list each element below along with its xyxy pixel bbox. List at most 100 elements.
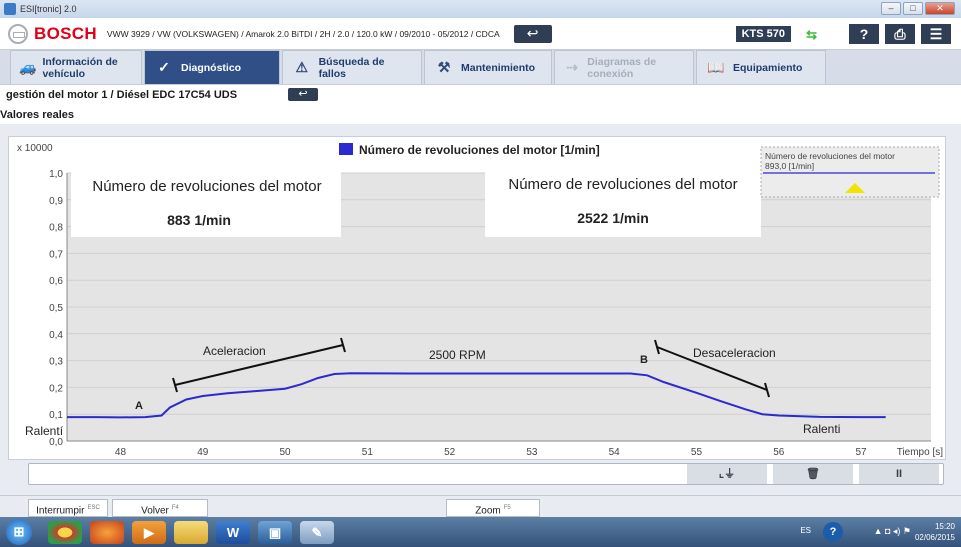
interrupt-button[interactable]: Interrumpir ESC xyxy=(28,499,108,517)
x-tick-label: 55 xyxy=(691,447,703,458)
diagnosis-icon: ✓ xyxy=(158,58,170,75)
wiring-diagram-icon: ⇢ xyxy=(566,58,578,75)
start-orb-icon[interactable]: ⊞ xyxy=(6,519,32,545)
y-tick-label: 0,0 xyxy=(49,437,63,448)
y-tick-label: 0,2 xyxy=(49,383,63,394)
firefox-icon[interactable] xyxy=(90,521,124,544)
annotation-point-b: B xyxy=(640,354,648,366)
help-button[interactable]: ? xyxy=(849,24,879,44)
back-arrow-button[interactable]: ↩ xyxy=(513,24,552,43)
connection-status-icon: ⇆ xyxy=(806,27,817,42)
back-arrow-icon: ↩ xyxy=(298,88,308,100)
readout-label: Número de revoluciones del motor xyxy=(508,176,737,193)
tab-equipment[interactable]: 📖 Equipamiento xyxy=(696,50,826,84)
pause-button[interactable]: II xyxy=(859,464,939,484)
tab-label: Equipamiento xyxy=(733,61,803,74)
tab-vehicle-info[interactable]: 🚙 Información de vehículo xyxy=(10,50,142,84)
brand-name: BOSCH xyxy=(34,23,97,43)
chrome-icon[interactable] xyxy=(48,521,82,544)
vehicle-info: VWW 3929 / VW (VOLKSWAGEN) / Amarok 2.0 … xyxy=(106,28,500,39)
interrupt-key: ESC xyxy=(87,505,100,511)
footer-bar: Interrumpir ESC Volver F4 Zoom F5 xyxy=(0,495,961,517)
readout-value: 883 1/min xyxy=(167,212,231,228)
tray-help-icon[interactable]: ? xyxy=(823,522,843,542)
tab-maintenance[interactable]: ⚒ Mantenimiento xyxy=(424,50,552,84)
close-button[interactable]: ✕ xyxy=(925,2,955,15)
explorer-folder-icon[interactable] xyxy=(174,521,208,544)
fault-search-icon: ⚠ xyxy=(295,58,309,75)
back-button[interactable]: Volver F4 xyxy=(112,499,208,517)
x-tick-label: 57 xyxy=(855,447,867,458)
breadcrumb: gestión del motor 1 / Diésel EDC 17C54 U… xyxy=(0,84,961,124)
maximize-button[interactable]: □ xyxy=(903,2,923,15)
interrupt-label: Interrumpir xyxy=(36,505,85,517)
annotation-2500rpm: 2500 RPM xyxy=(429,348,486,362)
zoom-button[interactable]: Zoom F5 xyxy=(446,499,540,517)
y-tick-label: 0,4 xyxy=(49,330,63,341)
word-icon[interactable]: W xyxy=(216,521,250,544)
clock-date: 02/06/2015 xyxy=(914,533,955,542)
y-tick-label: 0,9 xyxy=(49,196,63,207)
device-name[interactable]: KTS 570 xyxy=(735,26,791,42)
system-clock[interactable]: 15:20 02/06/2015 xyxy=(915,521,955,543)
language-indicator[interactable]: ES xyxy=(800,526,811,535)
windows-taskbar: ⊞ ▶ W ▣ ✎ ES ? ▲ ◘ ◂) ⚑ 15:20 02/06/2015 xyxy=(0,517,961,547)
esitronic-icon[interactable]: ▣ xyxy=(258,521,292,544)
annotation-point-a: A xyxy=(135,400,143,412)
main-nav: 🚙 Información de vehículo ✓ Diagnóstico … xyxy=(0,50,961,84)
tab-label: Búsqueda de fallos xyxy=(318,55,385,80)
tab-label: Mantenimiento xyxy=(461,61,536,74)
annotation-deceleration: Desaceleracion xyxy=(693,346,776,360)
tab-label: Información de vehículo xyxy=(42,55,118,80)
y-tick-label: 0,8 xyxy=(49,223,63,234)
chart-title: Número de revoluciones del motor [1/min] xyxy=(359,143,600,157)
x-tick-label: 50 xyxy=(279,447,291,458)
breadcrumb-back-button[interactable]: ↩ xyxy=(288,88,318,101)
y-tick-label: 0,3 xyxy=(49,357,63,368)
app-header: BOSCH VWW 3929 / VW (VOLKSWAGEN) / Amaro… xyxy=(0,18,961,50)
x-axis-label: Tiempo [s] xyxy=(897,447,944,458)
car-info-icon: 🚙 xyxy=(19,58,37,75)
tab-diagnosis[interactable]: ✓ Diagnóstico xyxy=(144,50,280,84)
x-tick-label: 49 xyxy=(197,447,209,458)
y-tick-label: 0,6 xyxy=(49,276,63,287)
menu-icon: ☰ xyxy=(929,26,943,42)
clock-time: 15:20 xyxy=(934,522,955,531)
x-tick-label: 56 xyxy=(773,447,785,458)
tab-label: Diagnóstico xyxy=(181,61,242,74)
zoom-key: F5 xyxy=(503,505,511,511)
menu-button[interactable]: ☰ xyxy=(921,24,951,44)
readout-value: 2522 1/min xyxy=(577,210,649,226)
tab-fault-search[interactable]: ⚠ Búsqueda de fallos xyxy=(282,50,422,84)
back-label: Volver xyxy=(141,505,169,517)
x-tick-label: 54 xyxy=(609,447,621,458)
annotation-acceleration: Aceleracion xyxy=(203,344,266,358)
back-key: F4 xyxy=(171,505,179,511)
maintenance-icon: ⚒ xyxy=(437,58,451,75)
y-tick-label: 1,0 xyxy=(49,169,63,180)
x-tick-label: 51 xyxy=(362,447,374,458)
trash-icon: 🗑 xyxy=(806,468,820,480)
tray-system-icons[interactable]: ▲ ◘ ◂) ⚑ xyxy=(874,526,911,537)
media-player-icon[interactable]: ▶ xyxy=(132,521,166,544)
legend-value: 893,0 [1/min] xyxy=(765,161,814,171)
annotation-idle-left: Ralentí xyxy=(25,424,64,438)
equipment-book-icon: 📖 xyxy=(707,58,725,75)
zoom-label: Zoom xyxy=(475,505,501,517)
chart-control-bar: ⌞⏚ 🗑 II xyxy=(28,463,944,485)
x-tick-label: 53 xyxy=(526,447,538,458)
print-button[interactable]: ⎙ xyxy=(885,24,915,44)
annotation-idle-right: Ralenti xyxy=(803,422,840,436)
minimize-button[interactable]: – xyxy=(881,2,901,15)
bosch-logo-icon xyxy=(8,23,28,44)
window-title: ESI[tronic] 2.0 xyxy=(20,4,77,14)
tab-wiring-diagrams: ⇢ Diagramas de conexión xyxy=(554,50,694,84)
app-icon xyxy=(4,3,16,15)
x-tick-label: 52 xyxy=(444,447,456,458)
measurement-cursor-button[interactable]: ⌞⏚ xyxy=(687,464,767,484)
window-controls: – □ ✕ xyxy=(881,2,955,15)
delete-button[interactable]: 🗑 xyxy=(773,464,853,484)
window-title-bar: ESI[tronic] 2.0 – □ ✕ xyxy=(0,0,961,18)
paint-icon[interactable]: ✎ xyxy=(300,521,334,544)
x-tick-label: 48 xyxy=(115,447,127,458)
